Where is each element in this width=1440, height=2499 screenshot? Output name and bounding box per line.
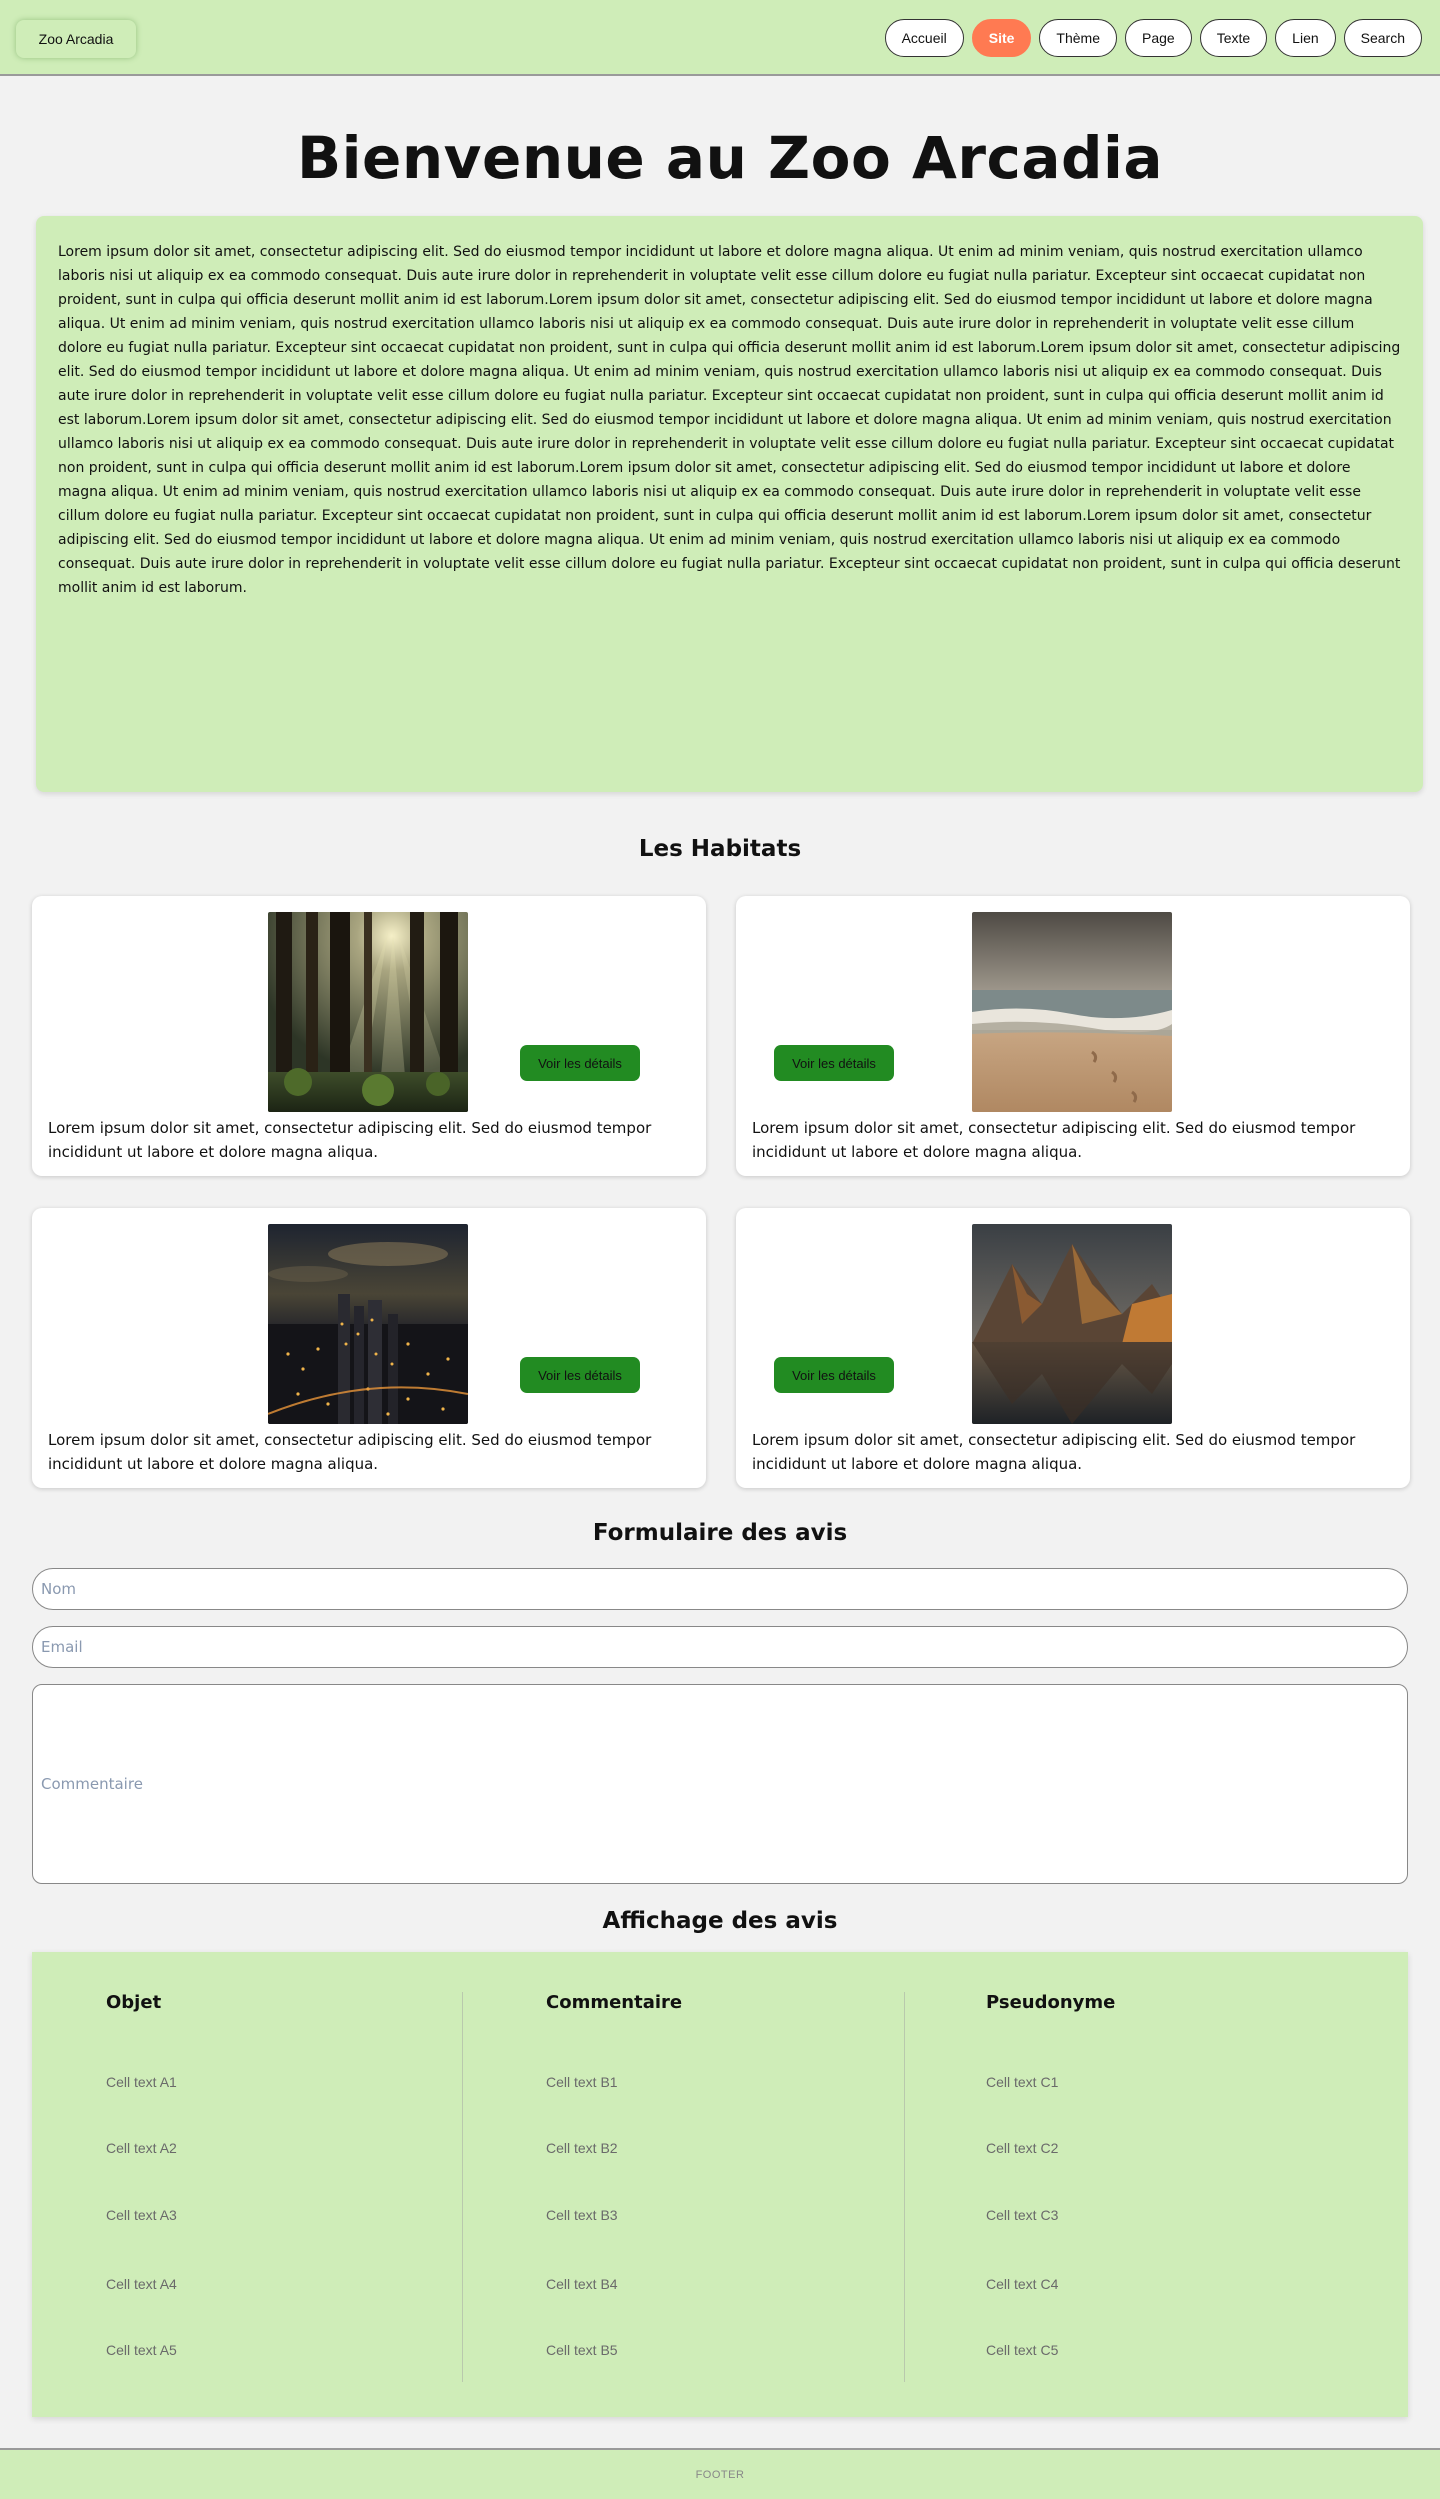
name-field[interactable] xyxy=(32,1568,1408,1610)
form-title: Formulaire des avis xyxy=(592,1520,848,1546)
column-header: Pseudonyme xyxy=(986,1992,1116,2013)
habitat-image-beach xyxy=(972,912,1172,1112)
habitat-card: Voir les détails Lorem ipsum dolor sit a… xyxy=(32,896,706,1176)
table-cell: Cell text C1 xyxy=(986,2074,1059,2090)
column-divider xyxy=(462,1992,463,2382)
table-cell: Cell text C4 xyxy=(986,2276,1059,2292)
nav-texte-button[interactable]: Texte xyxy=(1199,19,1268,57)
nav-page-button[interactable]: Page xyxy=(1125,19,1192,57)
table-cell: Cell text A3 xyxy=(106,2207,177,2223)
nav-theme-button[interactable]: Thème xyxy=(1039,19,1117,57)
nav-search-button[interactable]: Search xyxy=(1343,19,1422,57)
nav-site-button[interactable]: Site xyxy=(971,19,1032,57)
reviews-table: Objet Cell text A1 Cell text A2 Cell tex… xyxy=(32,1952,1408,2417)
table-column-commentaire: Commentaire Cell text B1 Cell text B2 Ce… xyxy=(472,1952,902,2417)
table-cell: Cell text A4 xyxy=(106,2276,177,2292)
page-title: Bienvenue au Zoo Arcadia xyxy=(296,124,1164,192)
habitat-image-forest xyxy=(268,912,468,1112)
table-cell: Cell text A5 xyxy=(106,2342,177,2358)
habitat-image-mountain-lake xyxy=(972,1224,1172,1424)
habitats-title: Les Habitats xyxy=(638,836,802,862)
view-details-button[interactable]: Voir les détails xyxy=(520,1045,640,1081)
footer: FOOTER xyxy=(0,2448,1440,2499)
column-header: Objet xyxy=(106,1992,162,2013)
habitat-description: Lorem ipsum dolor sit amet, consectetur … xyxy=(48,1431,652,1473)
top-navbar: Zoo Arcadia Accueil Site Thème Page Text… xyxy=(0,0,1440,76)
table-cell: Cell text B4 xyxy=(546,2276,618,2292)
habitat-description: Lorem ipsum dolor sit amet, consectetur … xyxy=(752,1431,1356,1473)
email-field[interactable] xyxy=(32,1626,1408,1668)
table-cell: Cell text B5 xyxy=(546,2342,618,2358)
table-cell: Cell text C2 xyxy=(986,2140,1059,2156)
column-divider xyxy=(904,1992,905,2382)
nav-accueil-button[interactable]: Accueil xyxy=(884,19,964,57)
habitat-description: Lorem ipsum dolor sit amet, consectetur … xyxy=(48,1119,652,1161)
table-cell: Cell text C3 xyxy=(986,2207,1059,2223)
intro-text: Lorem ipsum dolor sit amet, consectetur … xyxy=(58,244,1401,596)
view-details-button[interactable]: Voir les détails xyxy=(774,1357,894,1393)
table-cell: Cell text A2 xyxy=(106,2140,177,2156)
habitat-card: Voir les détails Lorem ipsum dolor sit a… xyxy=(736,1208,1410,1488)
view-details-button[interactable]: Voir les détails xyxy=(774,1045,894,1081)
table-cell: Cell text B2 xyxy=(546,2140,618,2156)
table-column-objet: Objet Cell text A1 Cell text A2 Cell tex… xyxy=(32,1952,462,2417)
nav-lien-button[interactable]: Lien xyxy=(1275,19,1336,57)
comment-field[interactable] xyxy=(32,1684,1408,1884)
table-cell: Cell text B3 xyxy=(546,2207,618,2223)
view-details-button[interactable]: Voir les détails xyxy=(520,1357,640,1393)
footer-text: FOOTER xyxy=(695,2468,745,2481)
column-header: Commentaire xyxy=(546,1992,683,2013)
table-cell: Cell text C5 xyxy=(986,2342,1059,2358)
main-nav: Accueil Site Thème Page Texte Lien Searc… xyxy=(884,19,1422,57)
table-cell: Cell text A1 xyxy=(106,2074,177,2090)
habitat-image-city-night xyxy=(268,1224,468,1424)
table-cell: Cell text B1 xyxy=(546,2074,618,2090)
habitat-description: Lorem ipsum dolor sit amet, consectetur … xyxy=(752,1119,1356,1161)
habitat-card: Voir les détails Lorem ipsum dolor sit a… xyxy=(32,1208,706,1488)
table-column-pseudonyme: Pseudonyme Cell text C1 Cell text C2 Cel… xyxy=(912,1952,1342,2417)
habitat-card: Voir les détails Lorem ipsum dolor sit a… xyxy=(736,896,1410,1176)
intro-panel: Lorem ipsum dolor sit amet, consectetur … xyxy=(36,216,1423,792)
reviews-title: Affichage des avis xyxy=(602,1908,838,1934)
brand-logo[interactable]: Zoo Arcadia xyxy=(16,20,136,58)
